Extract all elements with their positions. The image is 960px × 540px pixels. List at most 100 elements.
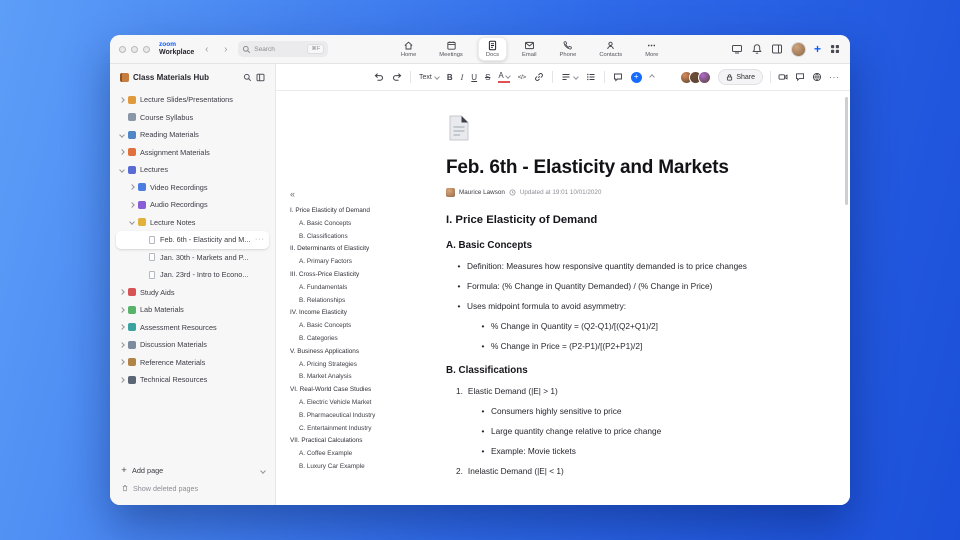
chevron-right-icon[interactable]	[119, 149, 125, 156]
sidebar-item[interactable]: Discussion Materials	[116, 336, 269, 354]
doc-heading[interactable]: B. Classifications	[446, 365, 780, 376]
sidebar-item[interactable]: Reference Materials	[116, 354, 269, 372]
redo-icon[interactable]	[392, 72, 402, 82]
global-search-input[interactable]: Search ⌘F	[238, 41, 329, 57]
sidebar-item[interactable]: Technical Resources	[116, 371, 269, 389]
document-title[interactable]: Feb. 6th - Elasticity and Markets	[446, 157, 780, 179]
doc-bullet-item[interactable]: • % Change in Price = (P2-P1)/[(P2+P1)/2]	[446, 341, 780, 351]
outline-item[interactable]: A. Basic Concepts	[290, 218, 386, 231]
outline-item[interactable]: VI. Real-World Case Studies	[290, 384, 386, 397]
doc-heading[interactable]: A. Basic Concepts	[446, 240, 780, 251]
doc-bullet-item[interactable]: • Consumers highly sensitive to price	[446, 406, 780, 416]
sidebar-item[interactable]: Feb. 6th - Elasticity and M... ···	[116, 231, 269, 249]
tab-home[interactable]: Home	[393, 37, 424, 61]
chevron-right-icon[interactable]	[119, 289, 125, 296]
outline-item[interactable]: II. Determinants of Elasticity	[290, 243, 386, 256]
outline-item[interactable]: A. Coffee Example	[290, 448, 386, 461]
tab-docs[interactable]: Docs	[477, 37, 508, 61]
add-page-button[interactable]: + Add page	[116, 462, 269, 480]
paragraph-dropdown[interactable]	[561, 72, 579, 82]
outline-item[interactable]: VII. Practical Calculations	[290, 435, 386, 448]
chevron-right-icon[interactable]	[119, 359, 125, 366]
add-new-button[interactable]: +	[814, 43, 821, 55]
outline-item[interactable]: I. Price Elasticity of Demand	[290, 205, 386, 218]
sidebar-item[interactable]: Video Recordings	[116, 179, 269, 197]
sidebar-item[interactable]: Reading Materials	[116, 126, 269, 144]
chevron-right-icon[interactable]	[119, 96, 125, 103]
sidebar-item[interactable]: Lecture Notes	[116, 214, 269, 232]
doc-bullet-item[interactable]: • Example: Movie tickets	[446, 446, 780, 456]
doc-bullet-item[interactable]: • Large quantity change relative to price…	[446, 426, 780, 436]
undo-icon[interactable]	[374, 72, 384, 82]
outline-item[interactable]: A. Electric Vehicle Market	[290, 397, 386, 410]
tab-more[interactable]: More	[637, 37, 666, 61]
notifications-bell-icon[interactable]	[751, 43, 763, 55]
chevron-right-icon[interactable]	[119, 324, 125, 331]
collaborator-avatars[interactable]	[680, 70, 712, 84]
chevron-down-icon[interactable]	[129, 219, 135, 226]
collaborator-avatar[interactable]	[698, 70, 712, 84]
chevron-right-icon[interactable]	[119, 341, 125, 348]
video-camera-icon[interactable]	[778, 72, 788, 82]
chevron-down-icon[interactable]	[119, 166, 125, 173]
tab-phone[interactable]: Phone	[552, 37, 585, 61]
outline-item[interactable]: A. Pricing Strategies	[290, 359, 386, 372]
window-controls[interactable]	[119, 45, 150, 53]
outline-item[interactable]: B. Relationships	[290, 295, 386, 308]
outline-item[interactable]: IV. Income Elasticity	[290, 307, 386, 320]
underline-button[interactable]: U	[471, 73, 477, 82]
italic-button[interactable]: I	[461, 73, 464, 82]
minimize-window-icon[interactable]	[131, 45, 138, 53]
sidebar-item[interactable]: Jan. 30th - Markets and P...	[116, 249, 269, 267]
globe-icon[interactable]	[812, 72, 822, 82]
outline-item[interactable]: C. Entertainment Industry	[290, 423, 386, 436]
collapse-toolbar-icon[interactable]	[648, 74, 655, 80]
text-color-button[interactable]: A	[498, 71, 511, 83]
more-options-icon[interactable]: ···	[829, 73, 840, 82]
chevron-down-icon[interactable]	[260, 467, 266, 474]
show-deleted-pages-button[interactable]: Show deleted pages	[116, 480, 269, 498]
sidebar-item[interactable]: Lectures	[116, 161, 269, 179]
chevron-right-icon[interactable]	[119, 376, 125, 383]
chevron-right-icon[interactable]	[129, 201, 135, 208]
sidebar-search-icon[interactable]	[243, 73, 252, 82]
scrollbar-thumb[interactable]	[845, 97, 848, 205]
outline-collapse-icon[interactable]: «	[290, 189, 295, 199]
chat-icon[interactable]	[795, 72, 805, 82]
outline-item[interactable]: B. Market Analysis	[290, 371, 386, 384]
doc-number-item[interactable]: 2. Inelastic Demand (|E| < 1)	[446, 466, 780, 476]
doc-bullet-item[interactable]: • Definition: Measures how responsive qua…	[446, 261, 780, 271]
doc-heading[interactable]: I. Price Elasticity of Demand	[446, 214, 780, 226]
outline-item[interactable]: B. Classifications	[290, 231, 386, 244]
outline-item[interactable]: V. Business Applications	[290, 346, 386, 359]
text-style-dropdown[interactable]: Text	[419, 74, 440, 81]
apps-grid-icon[interactable]	[829, 43, 841, 55]
share-button[interactable]: Share	[718, 69, 763, 85]
strikethrough-button[interactable]: S	[485, 73, 490, 82]
sidebar-item[interactable]: Audio Recordings	[116, 196, 269, 214]
outline-item[interactable]: A. Fundamentals	[290, 282, 386, 295]
link-icon[interactable]	[534, 72, 544, 82]
sidebar-item[interactable]: Course Syllabus	[116, 109, 269, 127]
sidebar-item[interactable]: Assessment Resources	[116, 319, 269, 337]
tab-meetings[interactable]: Meetings	[431, 37, 471, 61]
outline-item[interactable]: B. Categories	[290, 333, 386, 346]
sidebar-item[interactable]: Lab Materials	[116, 301, 269, 319]
insert-block-button[interactable]: +	[630, 71, 642, 83]
comment-icon[interactable]	[613, 72, 623, 82]
doc-bullet-item[interactable]: • Formula: (% Change in Quantity Demanded…	[446, 281, 780, 291]
collapse-sidebar-icon[interactable]	[256, 73, 265, 82]
doc-bullet-item[interactable]: • Uses midpoint formula to avoid asymmetr…	[446, 301, 780, 311]
bullet-list-icon[interactable]	[586, 72, 596, 82]
chevron-right-icon[interactable]	[129, 184, 135, 191]
bold-button[interactable]: B	[447, 73, 453, 82]
outline-item[interactable]: B. Luxury Car Example	[290, 461, 386, 474]
forward-button[interactable]: ›	[219, 43, 232, 56]
chevron-down-icon[interactable]	[119, 131, 125, 138]
side-panel-icon[interactable]	[771, 43, 783, 55]
outline-item[interactable]: III. Cross-Price Elasticity	[290, 269, 386, 282]
outline-item[interactable]: B. Pharmaceutical Industry	[290, 410, 386, 423]
code-button[interactable]: </>	[518, 74, 526, 81]
doc-bullet-item[interactable]: • % Change in Quantity = (Q2-Q1)/[(Q2+Q1)…	[446, 321, 780, 331]
sidebar-item[interactable]: Jan. 23rd - Intro to Econo...	[116, 266, 269, 284]
